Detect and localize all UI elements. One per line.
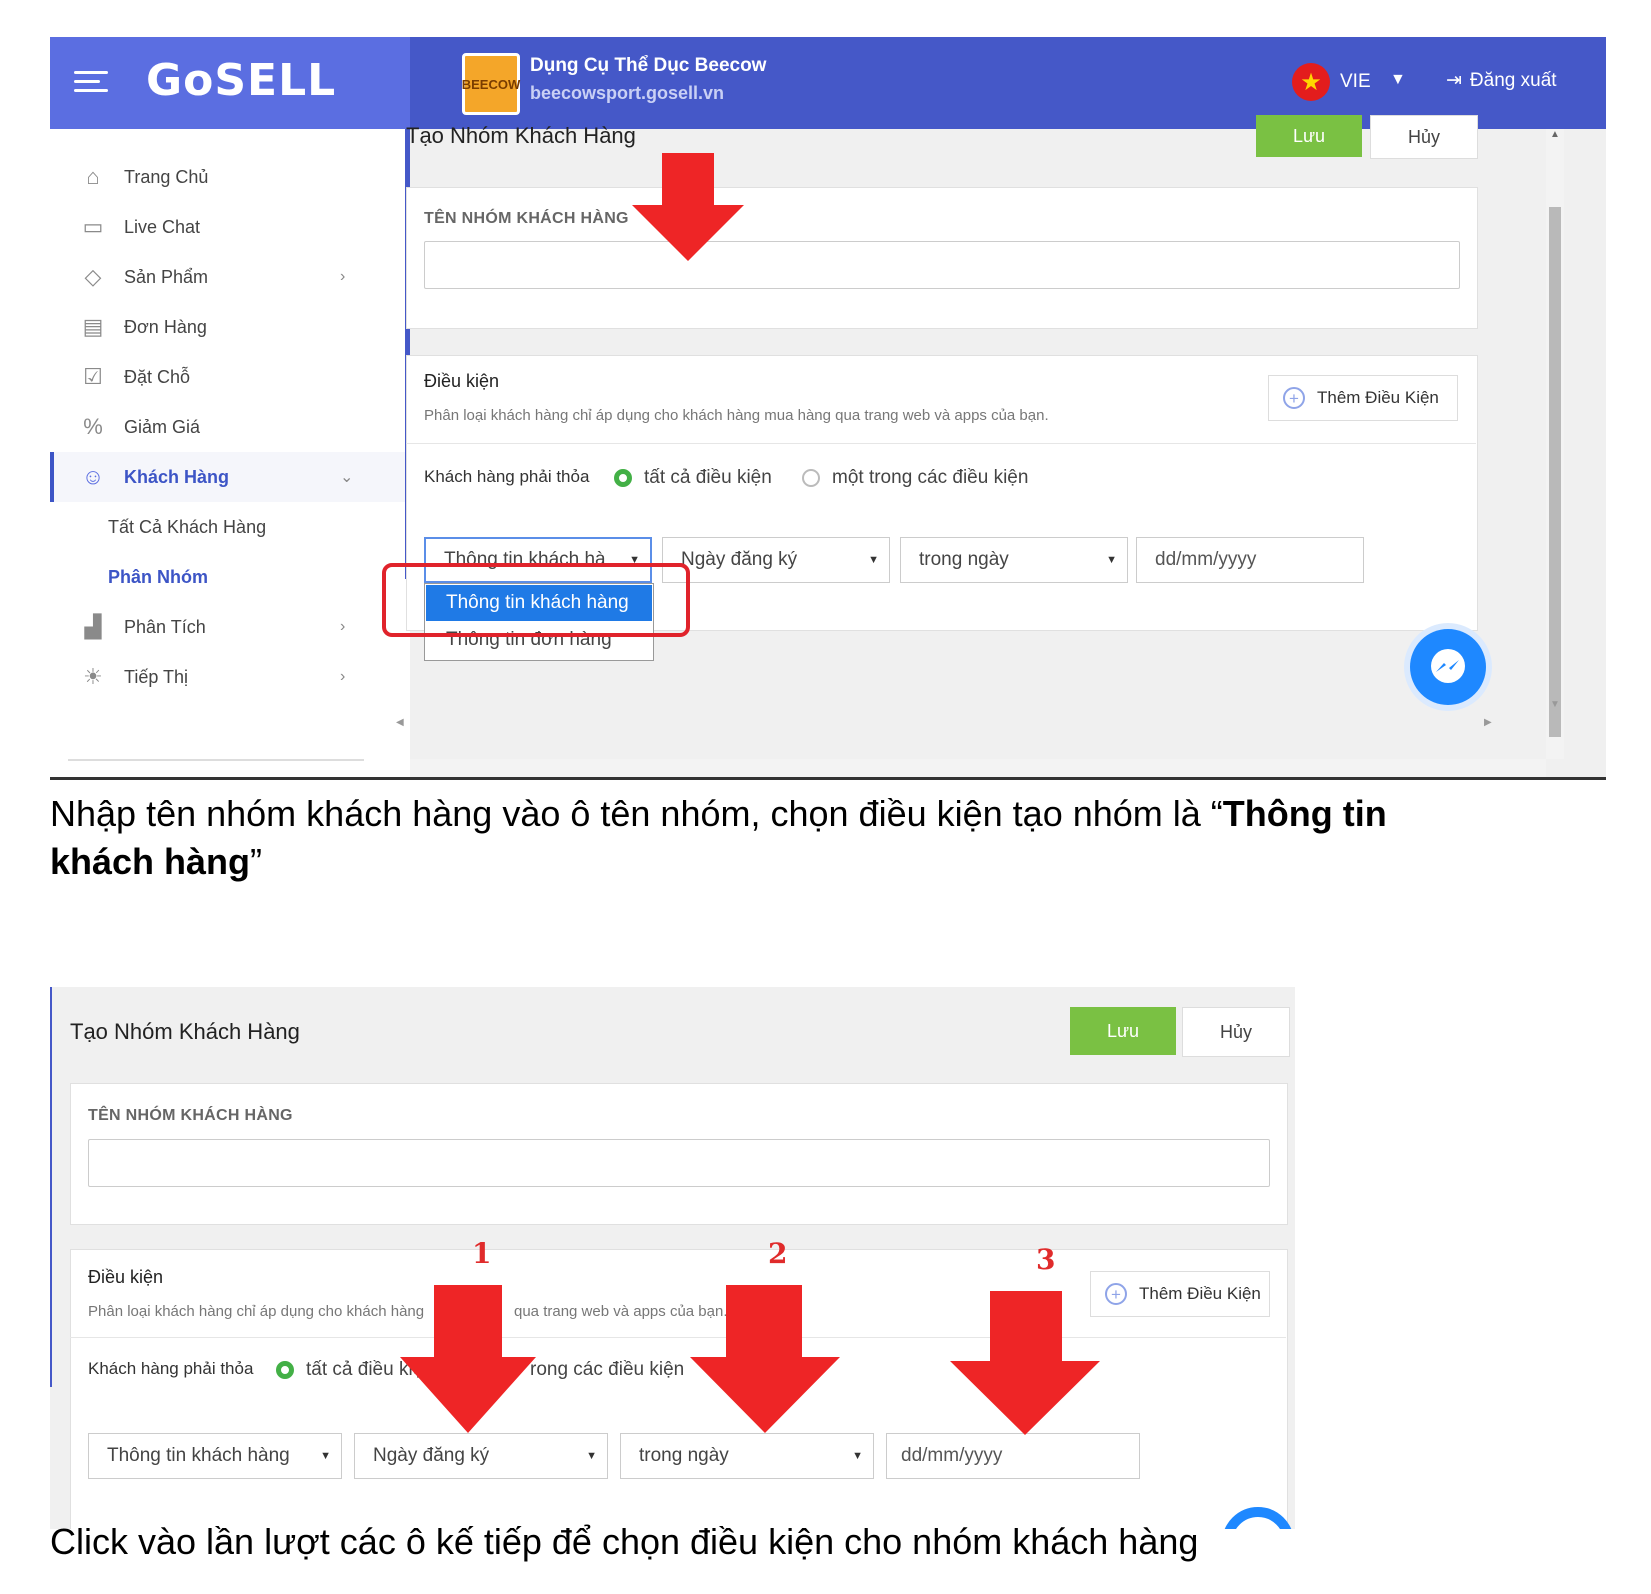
language-select[interactable]: VIE xyxy=(1340,71,1371,93)
red-arrow-annotation-1 xyxy=(400,1285,536,1433)
gosell-logo: GoSELL xyxy=(146,55,337,106)
radio-unchecked-icon[interactable] xyxy=(802,469,820,487)
users-icon: ☺ xyxy=(81,464,105,489)
annotation-number-3: 3 xyxy=(1036,1243,1056,1276)
sidebar-item-marketing[interactable]: ☀ Tiếp Thị › xyxy=(50,652,405,702)
store-url[interactable]: beecowsport.gosell.vn xyxy=(530,83,724,104)
sidebar-item-segments[interactable]: Phân Nhóm xyxy=(50,552,405,602)
scroll-left-icon[interactable]: ◀ xyxy=(396,717,404,728)
condition-operator-select[interactable]: trong ngày ▼ xyxy=(900,537,1128,583)
sidebar-item-reservations[interactable]: ☑ Đặt Chỗ xyxy=(50,352,405,402)
match-any-option[interactable]: một trong các điều kiện xyxy=(802,467,1028,489)
group-name-input[interactable] xyxy=(88,1139,1270,1187)
sidebar: ⌂ Trang Chủ ▭ Live Chat ◇ Sản Phẩm › ▤ Đ… xyxy=(50,129,410,779)
screenshot-create-group: GoSELL BEECOW Dụng Cụ Thể Dục Beecow bee… xyxy=(50,37,1606,779)
sidebar-item-home[interactable]: ⌂ Trang Chủ xyxy=(50,152,405,202)
left-accent xyxy=(50,987,52,1387)
scroll-up-icon[interactable]: ▲ xyxy=(1550,129,1560,140)
chat-icon: ▭ xyxy=(82,214,104,239)
chevron-right-icon: › xyxy=(340,668,346,685)
sidebar-item-customers[interactable]: ☺ Khách Hàng ⌄ xyxy=(50,452,405,502)
chart-icon: ▟ xyxy=(84,614,102,639)
screenshot-conditions: Tạo Nhóm Khách Hàng Lưu Hủy TÊN NHÓM KHÁ… xyxy=(50,987,1295,1529)
logout-button[interactable]: ⇥ Đăng xuất xyxy=(1446,69,1557,92)
divider xyxy=(406,443,1476,444)
caret-down-icon[interactable]: ▼ xyxy=(1390,71,1406,89)
sidebar-item-products[interactable]: ◇ Sản Phẩm › xyxy=(50,252,405,302)
conditions-description: Phân loại khách hàng chỉ áp dụng cho khá… xyxy=(424,407,1049,424)
scrollbar-thumb[interactable] xyxy=(1549,207,1561,737)
condition-attribute-select[interactable]: Ngày đăng ký ▼ xyxy=(662,537,890,583)
caption-step-1: Nhập tên nhóm khách hàng vào ô tên nhóm,… xyxy=(50,793,1387,882)
add-condition-button[interactable]: + Thêm Điều Kiện xyxy=(1090,1271,1270,1317)
annotation-number-1: 1 xyxy=(472,1237,492,1270)
match-all-option[interactable]: tất cả điều kiện xyxy=(614,467,772,489)
conditions-title: Điều kiện xyxy=(88,1267,164,1287)
chevron-right-icon: › xyxy=(340,268,346,285)
page-title: Tạo Nhóm Khách Hàng xyxy=(406,123,636,148)
highlight-box xyxy=(382,563,690,637)
screenshot-bottom-border xyxy=(50,777,1606,780)
home-icon: ⌂ xyxy=(86,164,100,189)
condition-attribute-select[interactable]: Ngày đăng ký ▼ xyxy=(354,1433,608,1479)
sidebar-item-all-customers[interactable]: Tất Cả Khách Hàng xyxy=(50,502,405,552)
lightbulb-icon: ☀ xyxy=(83,664,103,689)
sidebar-item-live-chat[interactable]: ▭ Live Chat xyxy=(50,202,405,252)
caret-down-icon: ▼ xyxy=(868,554,879,566)
calendar-icon: ☑ xyxy=(83,364,103,389)
red-arrow-annotation xyxy=(632,153,744,261)
radio-checked-icon[interactable] xyxy=(276,1361,294,1379)
plus-circle-icon: + xyxy=(1283,387,1305,409)
caret-down-icon: ▼ xyxy=(852,1450,863,1462)
add-condition-button[interactable]: + Thêm Điều Kiện xyxy=(1268,375,1458,421)
sidebar-item-analytics[interactable]: ▟ Phân Tích › xyxy=(50,602,405,652)
store-logo: BEECOW xyxy=(462,53,520,115)
scroll-right-icon[interactable]: ▶ xyxy=(1484,717,1492,728)
menu-icon[interactable] xyxy=(74,71,108,93)
caret-down-icon: ▼ xyxy=(320,1450,331,1462)
scroll-down-icon[interactable]: ▼ xyxy=(1550,699,1560,710)
chevron-down-icon: ⌄ xyxy=(340,469,354,486)
date-input[interactable]: dd/mm/yyyy xyxy=(1136,537,1364,583)
date-input[interactable]: dd/mm/yyyy xyxy=(886,1433,1140,1479)
conditions-description: Phân loại khách hàng chỉ áp dụng cho khá… xyxy=(88,1303,425,1320)
caret-down-icon: ▼ xyxy=(1106,554,1117,566)
plus-circle-icon: + xyxy=(1105,1283,1127,1305)
match-label: Khách hàng phải thỏa xyxy=(88,1359,254,1378)
vietnam-flag-icon[interactable]: ★ xyxy=(1292,63,1330,101)
chevron-right-icon: › xyxy=(340,618,346,635)
conditions-title: Điều kiện xyxy=(424,371,500,391)
receipt-icon: ▤ xyxy=(82,314,104,339)
sidebar-bottom-line xyxy=(68,759,364,761)
group-name-label: TÊN NHÓM KHÁCH HÀNG xyxy=(424,210,629,227)
cancel-button[interactable]: Hủy xyxy=(1182,1007,1290,1057)
caption-step-2: Click vào lần lượt các ô kế tiếp để chọn… xyxy=(50,1521,1199,1562)
annotation-number-2: 2 xyxy=(768,1237,788,1270)
save-button[interactable]: Lưu xyxy=(1256,115,1362,157)
messenger-icon[interactable] xyxy=(1410,629,1486,705)
radio-checked-icon[interactable] xyxy=(614,469,632,487)
group-name-input[interactable] xyxy=(424,241,1460,289)
store-name: Dụng Cụ Thể Dục Beecow xyxy=(530,55,767,76)
logout-icon: ⇥ xyxy=(1446,70,1462,91)
red-arrow-annotation-2 xyxy=(690,1285,840,1433)
divider xyxy=(70,1337,1286,1338)
save-button[interactable]: Lưu xyxy=(1070,1007,1176,1055)
horizontal-scrollbar[interactable] xyxy=(410,759,1546,779)
discount-icon: % xyxy=(83,414,103,439)
condition-operator-select[interactable]: trong ngày ▼ xyxy=(620,1433,874,1479)
cancel-button[interactable]: Hủy xyxy=(1370,115,1478,159)
tag-icon: ◇ xyxy=(84,264,102,289)
sidebar-item-orders[interactable]: ▤ Đơn Hàng xyxy=(50,302,405,352)
match-label: Khách hàng phải thỏa xyxy=(424,467,590,486)
group-name-label: TÊN NHÓM KHÁCH HÀNG xyxy=(88,1107,293,1124)
sidebar-item-discounts[interactable]: % Giảm Giá xyxy=(50,402,405,452)
match-any-option[interactable]: rong các điều kiện xyxy=(530,1359,684,1381)
red-arrow-annotation-3 xyxy=(950,1291,1100,1435)
condition-field-select[interactable]: Thông tin khách hàng ▼ xyxy=(88,1433,342,1479)
caret-down-icon: ▼ xyxy=(586,1450,597,1462)
page-title: Tạo Nhóm Khách Hàng xyxy=(70,1019,300,1044)
